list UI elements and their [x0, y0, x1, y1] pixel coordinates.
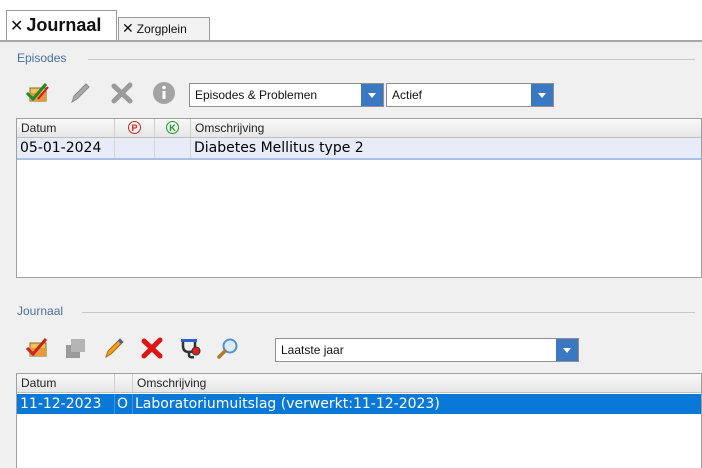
column-datum[interactable]: Datum: [17, 119, 115, 137]
cell-p: [115, 138, 155, 158]
cell-datum: 05-01-2024: [17, 138, 115, 158]
chevron-down-icon[interactable]: [361, 84, 383, 106]
episodes-table: Datum P K Omschrijving 05-01-2024 Diabet…: [16, 118, 702, 278]
info-button[interactable]: [149, 80, 179, 106]
add-entry-button[interactable]: [23, 335, 53, 361]
select-value: Laatste jaar: [281, 343, 344, 357]
stethoscope-icon: [181, 339, 201, 359]
table-header: Datum P K Omschrijving: [17, 119, 701, 138]
select-value: Actief: [392, 88, 423, 102]
delete-x-icon: [111, 82, 133, 104]
k-circle-icon: K: [166, 121, 179, 135]
edit-entry-button[interactable]: [99, 335, 129, 361]
main-panel: Episodes Episodes & Problemen Actief Dat…: [0, 42, 702, 468]
journaal-period-select[interactable]: Laatste jaar: [275, 338, 579, 362]
add-entry-icon: [25, 338, 48, 357]
table-row[interactable]: 05-01-2024 Diabetes Mellitus type 2: [17, 138, 701, 160]
copy-icon: [66, 339, 85, 358]
column-datum[interactable]: Datum: [17, 374, 115, 392]
search-icon: [217, 338, 238, 359]
edit-episode-button[interactable]: [65, 80, 95, 106]
tab-label: Journaal: [26, 15, 102, 35]
add-episode-icon: [25, 83, 49, 102]
cell-type: O: [115, 394, 133, 414]
column-omschrijving[interactable]: Omschrijving: [191, 119, 701, 137]
tab-zorgplein[interactable]: ✕ Zorgplein: [118, 17, 210, 40]
divider: [82, 312, 695, 313]
chevron-down-icon[interactable]: [556, 339, 578, 361]
copy-button[interactable]: [61, 335, 91, 361]
cell-datum: 11-12-2023: [17, 394, 115, 414]
column-p[interactable]: P: [115, 119, 155, 137]
edit-pencil-icon: [71, 83, 90, 104]
column-k[interactable]: K: [155, 119, 191, 137]
table-header: Datum Omschrijving: [17, 374, 701, 393]
search-button[interactable]: [213, 335, 243, 361]
cell-k: [155, 138, 191, 158]
column-omschrijving[interactable]: Omschrijving: [133, 374, 701, 392]
divider: [88, 59, 695, 60]
stethoscope-button[interactable]: [175, 335, 205, 361]
delete-x-icon: [141, 337, 163, 359]
tab-label: Zorgplein: [136, 22, 187, 36]
p-circle-icon: P: [128, 121, 141, 135]
journaal-toolbar: [23, 335, 243, 361]
chevron-down-icon[interactable]: [531, 84, 553, 106]
episodes-status-select[interactable]: Actief: [386, 83, 554, 107]
info-icon: [153, 82, 175, 104]
episodes-group-title: Episodes: [17, 51, 67, 65]
column-type[interactable]: [115, 374, 133, 392]
tab-journaal[interactable]: ✕ Journaal: [6, 10, 117, 40]
cell-omschrijving: Diabetes Mellitus type 2: [194, 140, 364, 156]
episodes-type-select[interactable]: Episodes & Problemen: [189, 83, 384, 107]
close-icon[interactable]: ✕: [122, 21, 134, 37]
delete-entry-button[interactable]: [137, 335, 167, 361]
journaal-table: Datum Omschrijving 11-12-2023 O Laborato…: [16, 373, 702, 468]
episodes-toolbar: [23, 80, 191, 106]
close-icon[interactable]: ✕: [10, 16, 23, 35]
edit-pencil-icon: [105, 338, 124, 359]
cell-omschrijving: Laboratoriumuitslag (verwerkt:11-12-2023…: [135, 396, 440, 412]
add-episode-button[interactable]: [23, 80, 53, 106]
journaal-group-title: Journaal: [17, 304, 64, 318]
table-row[interactable]: 11-12-2023 O Laboratoriumuitslag (verwer…: [17, 394, 701, 414]
delete-episode-button[interactable]: [107, 80, 137, 106]
tab-bar: ✕ Journaal ✕ Zorgplein: [0, 0, 702, 42]
select-value: Episodes & Problemen: [195, 88, 318, 102]
